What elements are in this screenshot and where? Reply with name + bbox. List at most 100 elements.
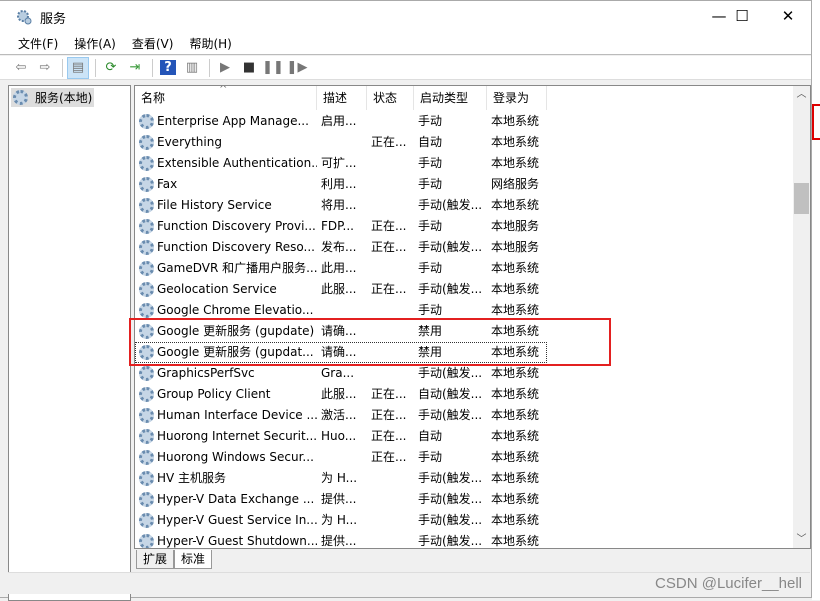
services-window: 服务 — ☐ ✕ 文件(F) 操作(A) 查看(V) 帮助(H) ⇦ ⇨ ▤ ⟳… <box>0 0 812 601</box>
maximize-button[interactable]: ☐ <box>719 1 765 31</box>
scrollbar-thumb[interactable] <box>794 183 809 214</box>
table-row[interactable]: Extensible Authentication... 可扩... 手动 本地系统 <box>135 153 547 174</box>
gear-icon <box>139 387 154 402</box>
service-name: Hyper-V Guest Shutdown... <box>135 531 317 548</box>
service-status <box>367 489 414 510</box>
vertical-scrollbar[interactable]: ︿ ﹀ <box>793 86 810 548</box>
table-row[interactable]: Hyper-V Guest Shutdown... 提供... 手动(触发... 本地… <box>135 531 547 548</box>
service-startup-type: 手动(触发... <box>418 492 483 506</box>
service-startup-type: 手动 <box>418 450 443 464</box>
service-status: 正在... <box>371 219 407 233</box>
service-log-on-as: 本地系统 <box>491 366 540 380</box>
export-list-icon[interactable]: ⇥ <box>124 57 146 79</box>
table-row[interactable]: Hyper-V Data Exchange ... 提供... 手动(触发... 本地… <box>135 489 547 510</box>
table-row[interactable]: Huorong Windows Secur... 正在... 手动 本地系统 <box>135 447 547 468</box>
table-row[interactable]: Enterprise App Manage... 启用... 手动 本地系统 <box>135 111 547 132</box>
status-bar: CSDN @Lucifer__hell <box>8 572 810 594</box>
show-hide-console-tree-icon[interactable]: ▤ <box>67 56 89 79</box>
table-row[interactable]: GraphicsPerfSvc Gra... 手动(触发... 本地系统 <box>135 363 547 384</box>
service-description: Gra... <box>321 366 355 380</box>
close-button[interactable]: ✕ <box>765 1 811 31</box>
scroll-up-icon[interactable]: ︿ <box>793 86 810 103</box>
column-header-startup-type[interactable]: 启动类型 <box>414 86 487 110</box>
gear-icon <box>139 156 154 171</box>
service-log-on-as: 本地系统 <box>491 408 540 422</box>
service-log-on-as: 本地系统 <box>491 450 540 464</box>
pause-icon[interactable]: ❚❚ <box>262 57 284 79</box>
service-startup-type: 手动 <box>418 261 443 275</box>
column-header-status[interactable]: 状态 <box>367 86 414 110</box>
service-name: HV 主机服务 <box>135 468 317 489</box>
back-icon[interactable]: ⇦ <box>10 57 32 79</box>
console-tree: 服务(本地) <box>8 85 131 601</box>
service-status <box>367 531 414 548</box>
service-startup-type: 手动(触发... <box>418 282 483 296</box>
stop-icon[interactable]: ■ <box>238 57 260 79</box>
table-row[interactable]: Fax 利用... 手动 网络服务 <box>135 174 547 195</box>
table-row[interactable]: Everything 正在... 自动 本地系统 <box>135 132 547 153</box>
tab-extended[interactable]: 扩展 <box>136 550 175 569</box>
forward-icon[interactable]: ⇨ <box>34 57 56 79</box>
restart-icon[interactable]: ❚▶ <box>286 57 308 79</box>
refresh-icon[interactable]: ⟳ <box>100 57 122 79</box>
service-startup-type: 手动(触发... <box>418 513 483 527</box>
gear-icon <box>139 408 154 423</box>
service-log-on-as: 本地系统 <box>491 429 540 443</box>
menu-action[interactable]: 操作(A) <box>74 35 116 52</box>
services-gear-icon <box>17 10 32 25</box>
gear-icon <box>139 366 154 381</box>
service-description: 启用... <box>321 114 357 128</box>
background-highlight <box>812 104 820 140</box>
service-status <box>367 195 414 216</box>
service-log-on-as: 本地系统 <box>491 534 540 548</box>
column-header-description[interactable]: 描述 <box>317 86 367 110</box>
table-row[interactable]: Function Discovery Provi... FDP... 正在... 手动… <box>135 216 547 237</box>
service-log-on-as: 本地系统 <box>491 135 540 149</box>
gear-icon <box>139 471 154 486</box>
service-name: Huorong Windows Secur... <box>135 447 317 468</box>
table-row[interactable]: Hyper-V Guest Service In... 为 H... 手动(触发..… <box>135 510 547 531</box>
table-row[interactable]: Human Interface Device ... 激活... 正在... 手动(触… <box>135 405 547 426</box>
table-row[interactable]: Huorong Internet Securit... Huo... 正在... 自动… <box>135 426 547 447</box>
table-row[interactable]: File History Service 将用... 手动(触发... 本地系统 <box>135 195 547 216</box>
toolbar-separator <box>95 58 96 77</box>
column-header-name[interactable]: 名称 ^ <box>135 86 317 110</box>
table-row[interactable]: Function Discovery Reso... 发布... 正在... 手动(触… <box>135 237 547 258</box>
service-description: 提供... <box>321 534 357 548</box>
menu-file[interactable]: 文件(F) <box>18 35 58 52</box>
menu-help[interactable]: 帮助(H) <box>189 35 231 52</box>
gear-icon <box>139 450 154 465</box>
service-status <box>367 258 414 279</box>
menu-view[interactable]: 查看(V) <box>132 35 174 52</box>
service-description: 可扩... <box>321 156 357 170</box>
tab-standard[interactable]: 标准 <box>174 550 213 569</box>
start-icon[interactable]: ▶ <box>214 57 236 79</box>
help-icon[interactable]: ? <box>157 57 179 79</box>
service-startup-type: 手动(触发... <box>418 198 483 212</box>
gear-icon <box>139 492 154 507</box>
service-name: GameDVR 和广播用户服务... <box>135 258 317 279</box>
tree-item-services-local[interactable]: 服务(本地) <box>11 88 95 107</box>
service-log-on-as: 本地系统 <box>491 492 540 506</box>
table-row[interactable]: Group Policy Client 此服... 正在... 自动(触发... 本地系… <box>135 384 547 405</box>
gear-icon <box>139 240 154 255</box>
column-header-log-on-as[interactable]: 登录为 <box>487 86 547 110</box>
service-status: 正在... <box>371 429 407 443</box>
table-row[interactable]: GameDVR 和广播用户服务... 此用... 手动 本地系统 <box>135 258 547 279</box>
service-name: Hyper-V Guest Service In... <box>135 510 317 531</box>
service-log-on-as: 本地系统 <box>491 114 540 128</box>
service-startup-type: 手动(触发... <box>418 471 483 485</box>
service-name: Huorong Internet Securit... <box>135 426 317 447</box>
scroll-down-icon[interactable]: ﹀ <box>793 531 810 548</box>
toolbar-separator <box>209 58 210 77</box>
toolbar-separator <box>152 58 153 77</box>
service-description: 此用... <box>321 261 357 275</box>
table-row[interactable]: HV 主机服务为 H... 手动(触发... 本地系统 <box>135 468 547 489</box>
service-name: Function Discovery Reso... <box>135 237 317 258</box>
service-status <box>367 153 414 174</box>
service-name: Geolocation Service <box>135 279 317 300</box>
table-row[interactable]: Geolocation Service 此服... 正在... 手动(触发... 本地系… <box>135 279 547 300</box>
service-name: Enterprise App Manage... <box>135 111 317 132</box>
properties-icon[interactable]: ▥ <box>181 57 203 79</box>
service-startup-type: 自动 <box>418 429 443 443</box>
